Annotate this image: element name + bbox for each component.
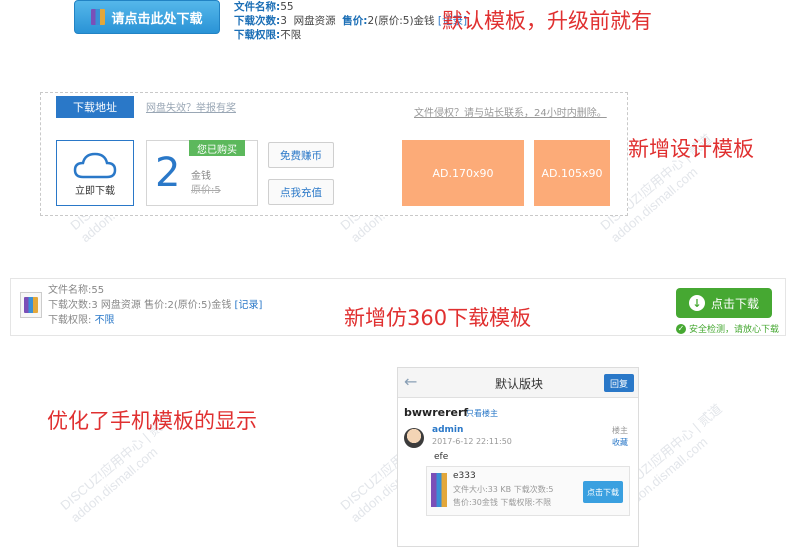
cloud-download-button[interactable]: 立即下载 <box>56 140 134 206</box>
record-link[interactable]: [记录] <box>235 300 263 311</box>
ad-slot-170x90[interactable]: AD.170x90 <box>402 140 524 206</box>
owner-tag: 楼主 <box>612 426 628 435</box>
safety-text: 安全检测，请放心下载 <box>689 325 780 335</box>
favorite-link[interactable]: 收藏 <box>612 437 628 448</box>
filename-label: 文件名称: <box>234 1 281 13</box>
currency-unit: 金钱 <box>191 171 211 182</box>
archive-icon <box>91 9 106 25</box>
permission-value: 不限 <box>280 29 302 41</box>
post-body: efe <box>434 452 449 462</box>
downloads-line: 下载次数:3 网盘资源 售价:2(原价:5)金钱 <box>48 300 232 311</box>
mobile-title: 默认版块 <box>494 377 543 391</box>
earn-coins-button[interactable]: 免费赚币 <box>268 142 334 168</box>
caption-default-template: 默认模板，升级前就有 <box>442 9 652 33</box>
safety-note: ✓ 安全检测，请放心下载 <box>676 322 779 335</box>
attachment-price: 售价:30金钱 下载权限:不限 <box>453 498 552 507</box>
tab-download-address[interactable]: 下载地址 <box>56 96 134 118</box>
thread-title: bwwrererf <box>404 406 469 419</box>
post-date: 2017-6-12 22:11:50 <box>432 437 512 446</box>
caption-mobile-template: 优化了手机模板的显示 <box>47 409 257 433</box>
username[interactable]: admin <box>432 425 463 435</box>
avatar[interactable] <box>404 428 424 448</box>
caption-design-template: 新增设计模板 <box>628 137 754 161</box>
permission-label: 下载权限: <box>234 29 281 41</box>
downloads-label: 下载次数: <box>234 15 281 27</box>
attachment-name: e333 <box>453 471 476 481</box>
price-box: 2 您已购买 金钱 原价:5 <box>146 140 258 206</box>
ad-slot-105x90[interactable]: AD.105x90 <box>534 140 610 206</box>
price-label: 售价: <box>342 15 368 27</box>
click-download-label: 点击下载 <box>710 296 759 311</box>
only-owner-link[interactable]: 只看楼主 <box>466 408 498 419</box>
filename-line: 文件名称:55 <box>48 285 105 296</box>
cloud-icon <box>73 152 117 178</box>
original-price: 原价:5 <box>191 185 221 196</box>
file-icon <box>20 292 42 318</box>
attachment-size: 文件大小:33 KB 下载次数:5 <box>453 485 554 494</box>
permission-label: 下载权限: <box>48 315 92 326</box>
click-download-button[interactable]: ↓ 点击下载 <box>676 288 772 318</box>
purchased-badge: 您已购买 <box>189 140 245 156</box>
download-arrow-icon: ↓ <box>688 295 705 311</box>
file-info-360: 文件名称:55 下载次数:3 网盘资源 售价:2(原价:5)金钱 [记录] 下载… <box>48 283 262 328</box>
price-value: 2(原价:5)金钱 <box>367 15 435 27</box>
download-button[interactable]: 请点击此处下载 <box>74 0 220 34</box>
recharge-button[interactable]: 点我充值 <box>268 179 334 205</box>
check-icon: ✓ <box>676 323 686 334</box>
archive-icon <box>24 297 38 313</box>
caption-360-template: 新增仿360下载模板 <box>344 306 532 330</box>
reply-button[interactable]: 回复 <box>604 374 634 392</box>
mobile-header: ← 默认版块 回复 <box>398 368 638 398</box>
attachment-download-button[interactable]: 点击下载 <box>583 481 623 503</box>
file-info: 文件名称:55 下载次数:3 网盘资源 售价:2(原价:5)金钱 [记录] 下载… <box>234 0 467 42</box>
permission-value: 不限 <box>94 315 115 326</box>
price-number: 2 <box>155 150 181 196</box>
archive-icon <box>431 473 447 507</box>
download-button-label: 请点击此处下载 <box>111 11 203 27</box>
source-label: 网盘资源 <box>293 15 336 27</box>
copyright-notice: 文件侵权？请与站长联系，24小时内删除。 <box>414 108 607 119</box>
mobile-preview: ← 默认版块 回复 bwwrererf 只看楼主 admin 2017-6-12… <box>397 367 639 547</box>
downloads-value: 3 <box>280 15 287 27</box>
cloud-download-label: 立即下载 <box>75 185 115 197</box>
report-link[interactable]: 网盘失效？举报有奖 <box>146 99 236 114</box>
attachment-card: e333 文件大小:33 KB 下载次数:5 售价:30金钱 下载权限:不限 点… <box>426 466 630 516</box>
filename-value: 55 <box>280 1 294 13</box>
